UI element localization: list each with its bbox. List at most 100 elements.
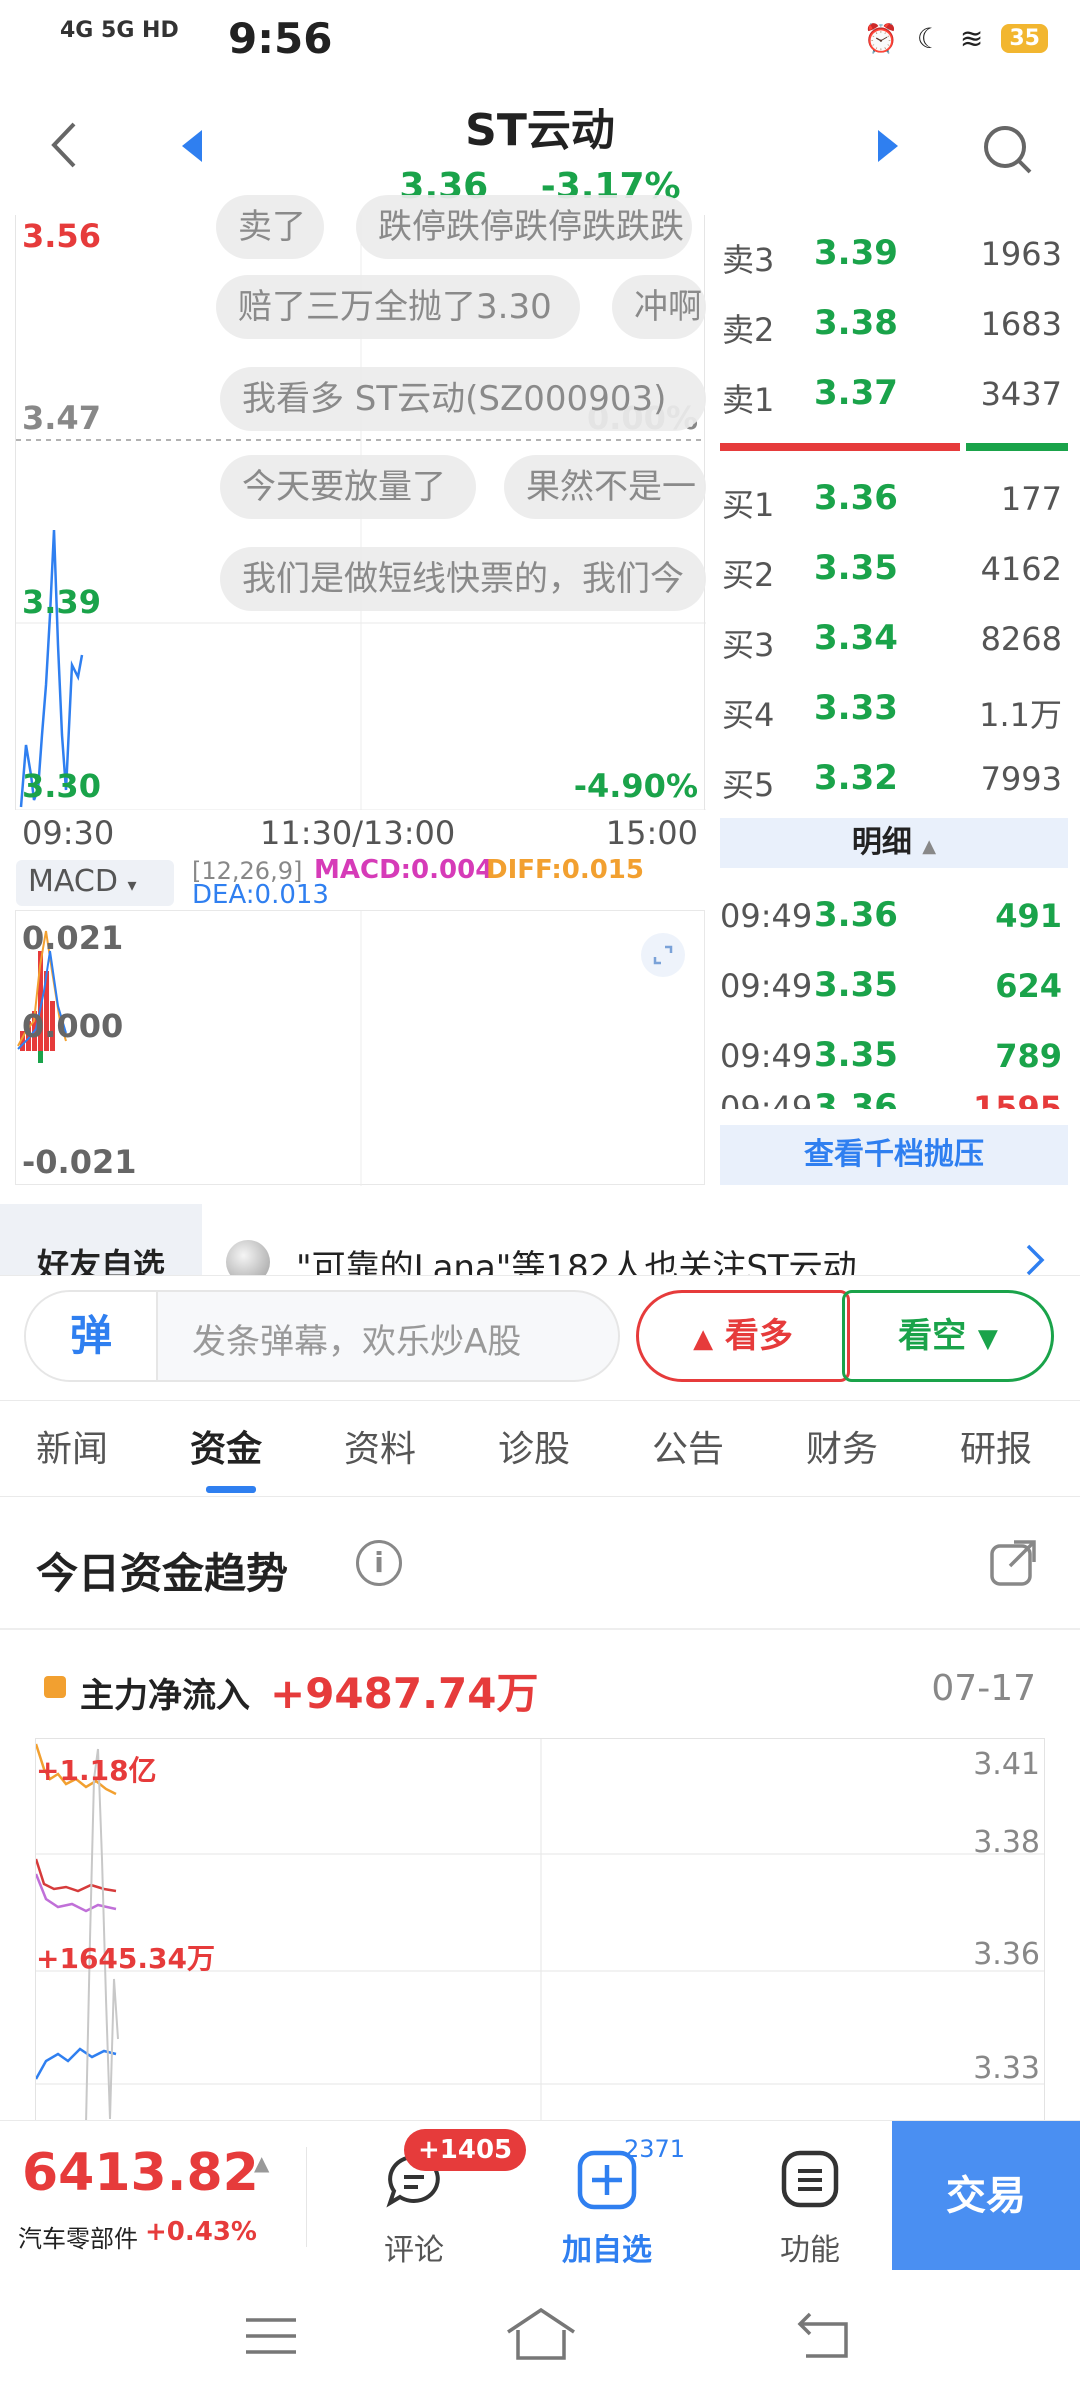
danmu-placeholder[interactable]: 发条弹幕，欢乐炒A股 (192, 1314, 521, 1363)
friends-tag: 好友自选 (0, 1204, 202, 1275)
divider (0, 1400, 1080, 1401)
time-close: 15:00 (605, 814, 698, 852)
bearish-button[interactable]: 看空 ▼ (842, 1290, 1054, 1382)
alarm-icon: ⏰ (863, 22, 899, 55)
index-change: +0.43% (145, 2217, 257, 2247)
avatar (226, 1240, 270, 1275)
next-stock-icon[interactable] (876, 128, 900, 168)
expand-icon[interactable] (641, 933, 685, 977)
friends-watch-row[interactable]: 好友自选 "可靠的Lana"等182人也关注ST云动 (0, 1200, 1080, 1275)
friends-text: "可靠的Lana"等182人也关注ST云动 (296, 1248, 857, 1275)
macd-chart[interactable]: 0.021 0.000 -0.021 (15, 910, 705, 1186)
danmu-bullet: 我看多 ST云动(SZ000903) (220, 367, 706, 431)
ask-row[interactable]: 卖1 3.37 3437 (718, 355, 1068, 425)
bid-row[interactable]: 买1 3.36 177 (718, 460, 1068, 530)
wifi-icon: ≋ (959, 22, 984, 55)
pct-label-low: -4.90% (573, 767, 698, 805)
y-label-mid: 3.39 (22, 583, 101, 621)
battery-icon: 35 (1001, 24, 1048, 53)
time-mid: 11:30/13:00 (260, 814, 456, 852)
price-tick: 3.36 (973, 1937, 1040, 1972)
bullish-button[interactable]: ▲ 看多 (636, 1290, 850, 1382)
detail-header[interactable]: 明细 ▲ (720, 818, 1068, 868)
y-label-high: 3.56 (22, 217, 101, 255)
bid-row[interactable]: 买4 3.33 1.1万 (718, 670, 1068, 740)
ratio-bar (720, 443, 1068, 451)
trade-detail-row: 09:49 3.36 1595 (720, 1087, 1062, 1109)
macd-y-high: 0.021 (22, 919, 124, 957)
tab-news[interactable]: 新闻 (36, 1420, 108, 1472)
y-label-prev-close: 3.47 (22, 399, 101, 437)
stock-title: ST云动 (465, 105, 615, 156)
add-watchlist-label: 加自选 (562, 2233, 652, 2268)
fund-trend-chart[interactable]: +1.18亿 +1645.34万 3.41 3.38 3.36 3.33 (35, 1738, 1045, 2123)
danmu-bullet: 今天要放量了 (220, 455, 476, 519)
time-open: 09:30 (22, 814, 115, 852)
macd-y-low: -0.021 (22, 1143, 137, 1181)
active-tab-indicator (206, 1486, 256, 1493)
danmu-bullet: 跌停跌停跌停跌跌跌 (356, 195, 692, 259)
danmu-bullet: 果然不是一 (504, 455, 706, 519)
diff-value: DIFF:0.015 (486, 855, 644, 885)
bid-row[interactable]: 买2 3.35 4162 (718, 530, 1068, 600)
price-tick: 3.41 (973, 1747, 1040, 1782)
tab-research[interactable]: 研报 (960, 1420, 1032, 1472)
danmu-toggle-icon[interactable]: 弹 (26, 1292, 158, 1380)
comment-badge: +1405 (404, 2129, 527, 2171)
trend-date: 07-17 (931, 1668, 1036, 1709)
share-icon[interactable] (988, 1538, 1038, 1592)
tab-financials[interactable]: 财务 (806, 1420, 878, 1472)
network-indicator: 4G 5G HD (60, 18, 179, 43)
danmu-input-bar[interactable]: 弹 发条弹幕，欢乐炒A股 (24, 1290, 620, 1382)
legend-swatch (44, 1676, 66, 1698)
watchlist-count: 2371 (624, 2135, 686, 2163)
menu-icon[interactable] (244, 2314, 298, 2362)
section-title: 今日资金趋势 (36, 1549, 289, 1598)
search-icon[interactable] (982, 124, 1034, 180)
info-icon[interactable]: i (356, 1540, 402, 1586)
trade-detail-row-clipped: 09:49 3.36 1595 (718, 1087, 1068, 1109)
bid-row[interactable]: 买5 3.32 7993 (718, 740, 1068, 810)
fund-label-high: +1.18亿 (36, 1754, 157, 1787)
index-name: 汽车零部件 (18, 2225, 138, 2253)
tab-diagnosis[interactable]: 诊股 (498, 1420, 570, 1472)
ask-row[interactable]: 卖2 3.38 1683 (718, 285, 1068, 355)
moon-icon: ☾ (916, 22, 942, 55)
trade-detail-row: 09:49 3.35 789 (720, 1035, 1062, 1075)
divider (0, 1496, 1080, 1497)
bid-row[interactable]: 买3 3.34 8268 (718, 600, 1068, 670)
ask-row[interactable]: 卖3 3.39 1963 (718, 215, 1068, 285)
tab-announcements[interactable]: 公告 (652, 1420, 724, 1472)
divider (0, 1275, 1080, 1276)
function-label: 功能 (780, 2233, 840, 2268)
tab-funds[interactable]: 资金 (190, 1420, 262, 1472)
macd-selector[interactable]: MACD ▾ (16, 860, 174, 906)
menu-list-icon (780, 2149, 840, 2213)
time-axis: 09:30 11:30/13:00 15:00 (22, 814, 702, 854)
trade-detail-row: 09:49 3.36 491 (720, 895, 1062, 935)
clock: 9:56 (228, 14, 333, 63)
depth-button[interactable]: 查看千档抛压 (720, 1125, 1068, 1185)
system-nav-bar (0, 2270, 1080, 2400)
chevron-right-icon[interactable] (1024, 1242, 1046, 1275)
index-value[interactable]: 6413.82 (22, 2143, 259, 2203)
triangle-down-icon: ▼ (977, 1324, 998, 1354)
back-nav-icon[interactable] (796, 2310, 852, 2364)
triangle-up-icon: ▲ (693, 1324, 714, 1354)
tab-profile[interactable]: 资料 (344, 1420, 416, 1472)
fund-label-mid: +1645.34万 (36, 1942, 215, 1975)
divider (0, 1628, 1080, 1630)
price-tick: 3.38 (973, 1825, 1040, 1860)
macd-value: MACD:0.004 (314, 855, 494, 885)
fund-trend-plot (36, 1739, 1044, 2123)
intraday-chart[interactable]: 3.56 3.47 3.39 3.30 0.00% -4.90% 卖了 跌停跌停… (15, 195, 706, 810)
danmu-bullet: 我们是做短线快票的，我们今 (220, 547, 706, 611)
net-inflow-amount: +9487.74万 (270, 1669, 539, 1718)
function-button[interactable]: 功能 (776, 2141, 856, 2268)
status-bar: 4G 5G HD 9:56 ⏰ ☾ ≋ 35 (0, 0, 1080, 80)
trade-button[interactable]: 交易 (892, 2121, 1080, 2271)
home-icon[interactable] (504, 2306, 578, 2366)
bottom-action-bar: 6413.82 ▲ 汽车零部件 +0.43% 评论 +1405 加自选 2371… (0, 2120, 1080, 2271)
caret-up-icon: ▲ (922, 836, 937, 857)
caret-up-icon: ▲ (254, 2151, 270, 2175)
